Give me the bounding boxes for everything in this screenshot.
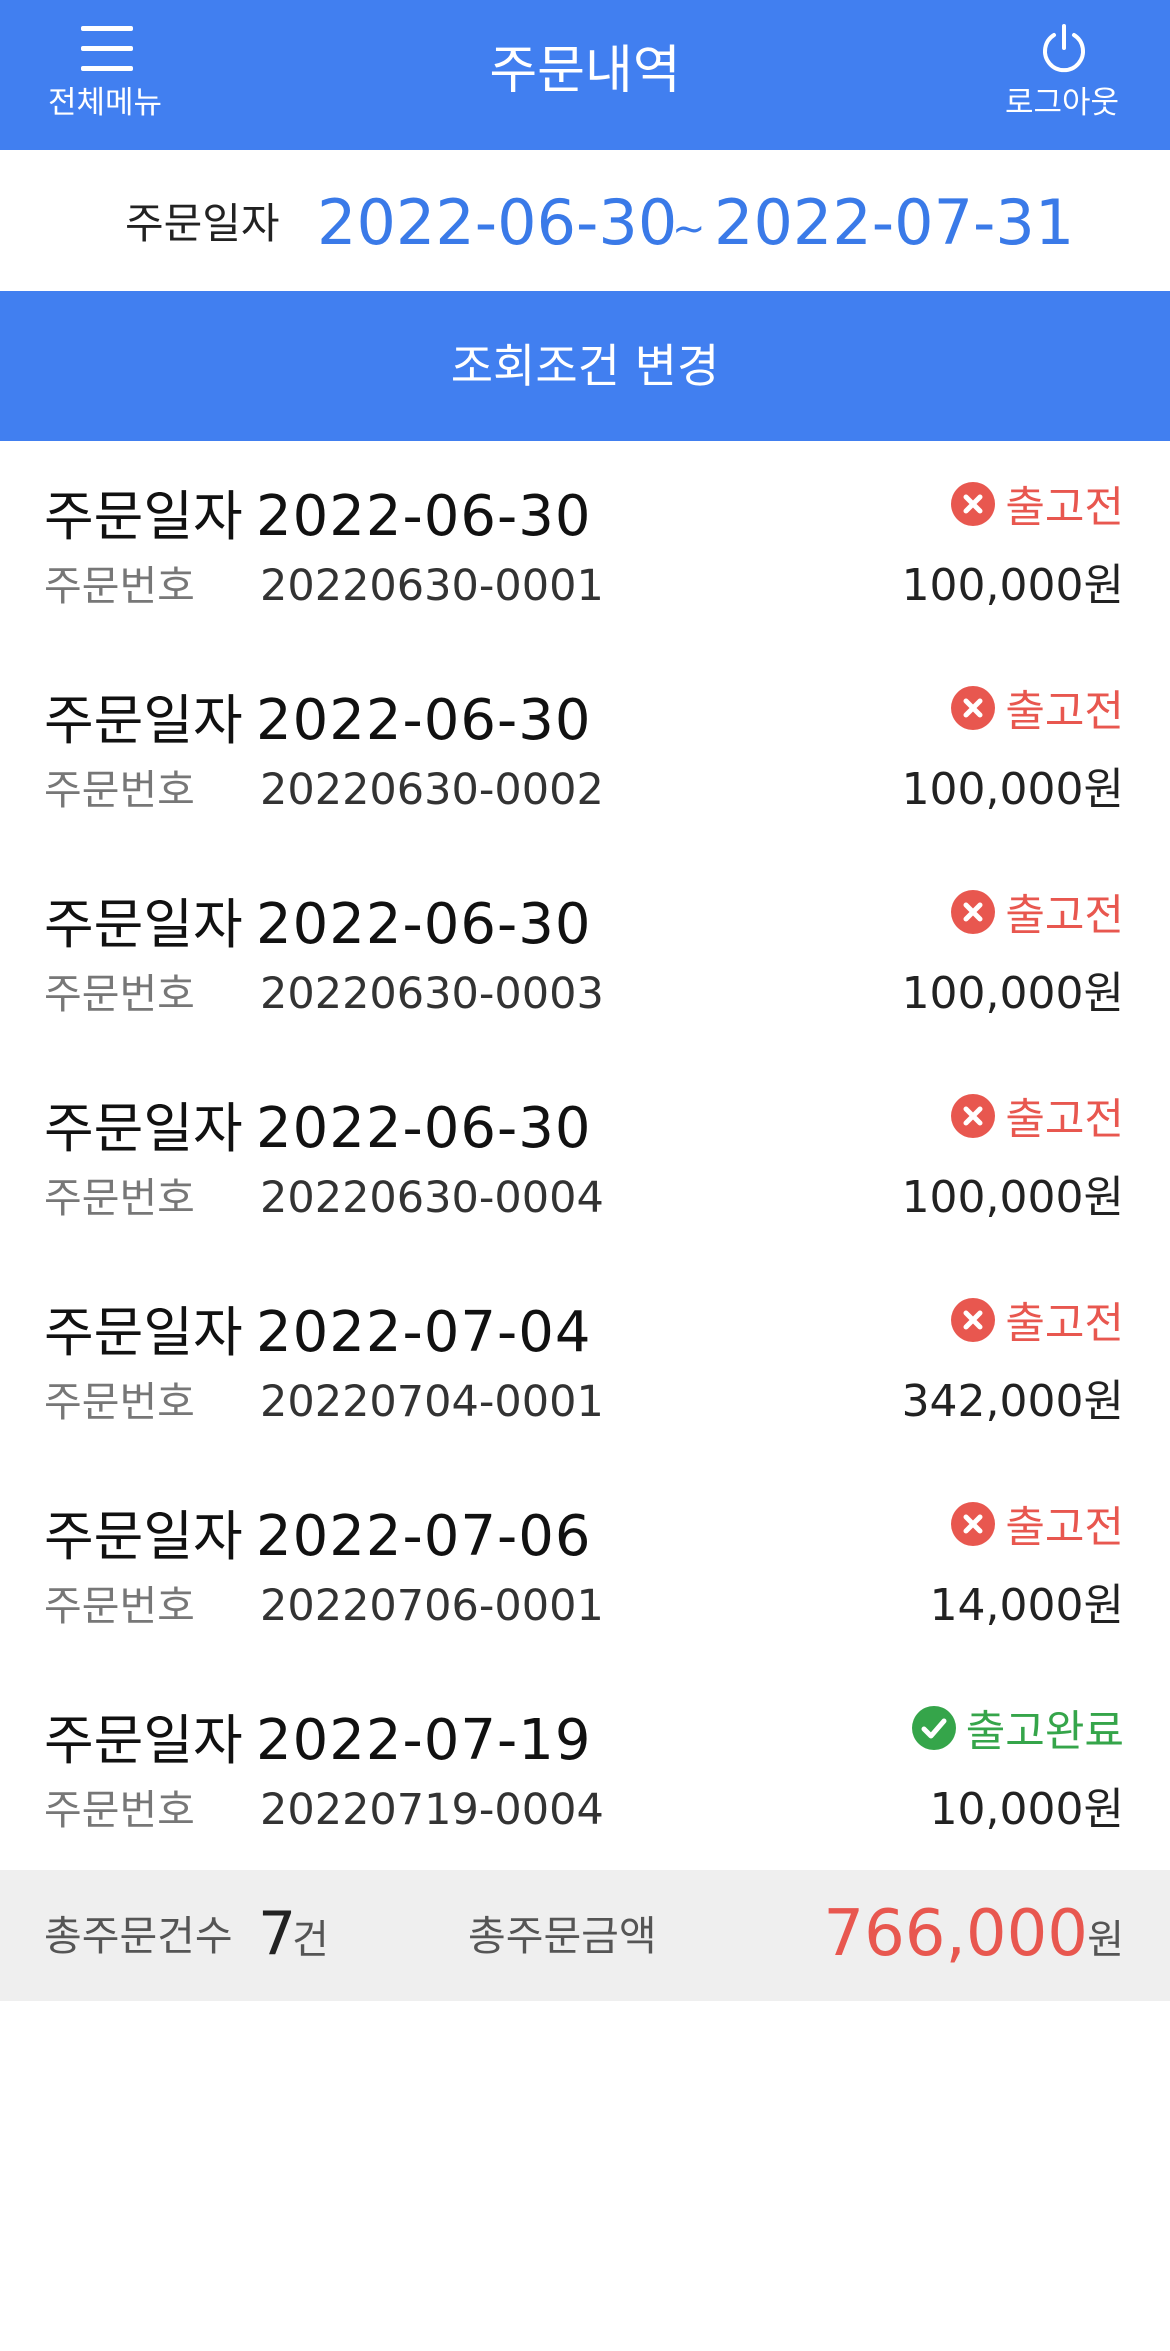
order-date: 2022-07-06 bbox=[256, 1504, 592, 1569]
order-number-label: 주문번호 bbox=[44, 1378, 195, 1426]
order-number-label: 주문번호 bbox=[44, 1582, 195, 1630]
order-status-badge: 출고전 bbox=[951, 474, 1124, 534]
order-list-item[interactable]: 주문일자 2022-07-19 주문번호 20220719-0004 10,000원 출고… bbox=[0, 1665, 1170, 1869]
date-range-separator: ~ bbox=[672, 206, 706, 252]
order-date: 2022-06-30 bbox=[256, 892, 592, 957]
check-circle-icon bbox=[911, 1706, 956, 1750]
order-status-badge: 출고전 bbox=[951, 1290, 1124, 1350]
page-title: 주문내역 bbox=[489, 41, 681, 101]
order-amount: 10,000원 bbox=[929, 1784, 1124, 1835]
order-number: 20220719-0004 bbox=[260, 1785, 604, 1835]
order-status-text: 출고전 bbox=[1005, 687, 1124, 737]
power-icon bbox=[1043, 24, 1085, 73]
order-status-text: 출고전 bbox=[1005, 891, 1124, 941]
order-number: 20220630-0001 bbox=[260, 561, 604, 611]
order-summary: 총주문건수 7 건 총주문금액 766,000 원 bbox=[0, 1870, 1170, 2001]
order-status-text: 출고전 bbox=[1005, 1299, 1124, 1349]
order-date: 2022-07-04 bbox=[256, 1300, 592, 1365]
order-list-item[interactable]: 주문일자 2022-06-30 주문번호 20220630-0002 100,000원 출… bbox=[0, 645, 1170, 849]
order-amount: 100,000원 bbox=[901, 560, 1124, 611]
total-count-unit: 건 bbox=[292, 1917, 329, 1963]
order-number-label: 주문번호 bbox=[44, 766, 195, 814]
order-status-text: 출고완료 bbox=[965, 1707, 1124, 1757]
order-date-label: 주문일자 bbox=[44, 689, 243, 752]
x-circle-icon bbox=[951, 482, 996, 526]
order-status-badge: 출고전 bbox=[951, 678, 1124, 738]
x-circle-icon bbox=[951, 890, 996, 934]
order-list-item[interactable]: 주문일자 2022-06-30 주문번호 20220630-0001 100,000원 출… bbox=[0, 441, 1170, 645]
total-amount-value: 766,000 bbox=[823, 1897, 1088, 1971]
order-date-label: 주문일자 bbox=[44, 1505, 243, 1568]
x-circle-icon bbox=[951, 1298, 996, 1342]
date-range-bar: 주문일자 2022-06-30 ~ 2022-07-31 bbox=[0, 150, 1170, 291]
menu-label: 전체메뉴 bbox=[47, 85, 163, 121]
order-number: 20220630-0003 bbox=[260, 969, 604, 1019]
order-date-label: 주문일자 bbox=[44, 1301, 243, 1364]
order-status-badge: 출고전 bbox=[951, 1086, 1124, 1146]
order-amount: 100,000원 bbox=[901, 764, 1124, 815]
order-number: 20220706-0001 bbox=[260, 1581, 604, 1631]
x-circle-icon bbox=[951, 1094, 996, 1138]
order-amount: 100,000원 bbox=[901, 968, 1124, 1019]
hamburger-icon bbox=[81, 26, 133, 74]
date-range-label: 주문일자 bbox=[125, 199, 280, 248]
order-list-item[interactable]: 주문일자 2022-06-30 주문번호 20220630-0003 100,000원 출… bbox=[0, 849, 1170, 1053]
order-date: 2022-07-19 bbox=[256, 1708, 592, 1773]
total-count-value: 7 bbox=[258, 1899, 297, 1969]
date-range-start: 2022-06-30 bbox=[317, 186, 678, 259]
order-number-label: 주문번호 bbox=[44, 970, 195, 1018]
order-status-badge: 출고전 bbox=[951, 1494, 1124, 1554]
order-list-item[interactable]: 주문일자 2022-06-30 주문번호 20220630-0004 100,000원 출… bbox=[0, 1053, 1170, 1257]
app-header: 전체메뉴 주문내역 로그아웃 bbox=[0, 0, 1170, 150]
order-date-label: 주문일자 bbox=[44, 485, 243, 548]
order-status-badge: 출고완료 bbox=[911, 1698, 1124, 1758]
x-circle-icon bbox=[951, 1502, 996, 1546]
order-amount: 14,000원 bbox=[929, 1580, 1124, 1631]
order-status-badge: 출고전 bbox=[951, 882, 1124, 942]
order-date: 2022-06-30 bbox=[256, 1096, 592, 1161]
order-date-label: 주문일자 bbox=[44, 893, 243, 956]
order-number-label: 주문번호 bbox=[44, 1786, 195, 1834]
total-count-label: 총주문건수 bbox=[44, 1912, 233, 1960]
order-status-text: 출고전 bbox=[1005, 1095, 1124, 1145]
order-status-text: 출고전 bbox=[1005, 483, 1124, 533]
order-date-label: 주문일자 bbox=[44, 1709, 243, 1772]
order-number: 20220704-0001 bbox=[260, 1377, 604, 1427]
order-date-label: 주문일자 bbox=[44, 1097, 243, 1160]
order-date: 2022-06-30 bbox=[256, 688, 592, 753]
logout-button[interactable]: 로그아웃 bbox=[987, 20, 1137, 130]
change-filter-button[interactable]: 조회조건 변경 bbox=[0, 291, 1170, 441]
logout-label: 로그아웃 bbox=[1004, 85, 1120, 121]
order-list-item[interactable]: 주문일자 2022-07-04 주문번호 20220704-0001 342,000원 출… bbox=[0, 1257, 1170, 1461]
order-date: 2022-06-30 bbox=[256, 484, 592, 549]
order-number: 20220630-0002 bbox=[260, 765, 604, 815]
order-list-item[interactable]: 주문일자 2022-07-06 주문번호 20220706-0001 14,000원 출고… bbox=[0, 1461, 1170, 1665]
order-status-text: 출고전 bbox=[1005, 1503, 1124, 1553]
x-circle-icon bbox=[951, 686, 996, 730]
order-number: 20220630-0004 bbox=[260, 1173, 604, 1223]
order-amount: 342,000원 bbox=[901, 1376, 1124, 1427]
order-number-label: 주문번호 bbox=[44, 1174, 195, 1222]
order-number-label: 주문번호 bbox=[44, 562, 195, 610]
total-amount-unit: 원 bbox=[1087, 1917, 1124, 1963]
order-amount: 100,000원 bbox=[901, 1172, 1124, 1223]
total-amount-label: 총주문금액 bbox=[468, 1912, 657, 1960]
date-range-end: 2022-07-31 bbox=[714, 186, 1075, 259]
menu-button[interactable]: 전체메뉴 bbox=[30, 20, 180, 130]
